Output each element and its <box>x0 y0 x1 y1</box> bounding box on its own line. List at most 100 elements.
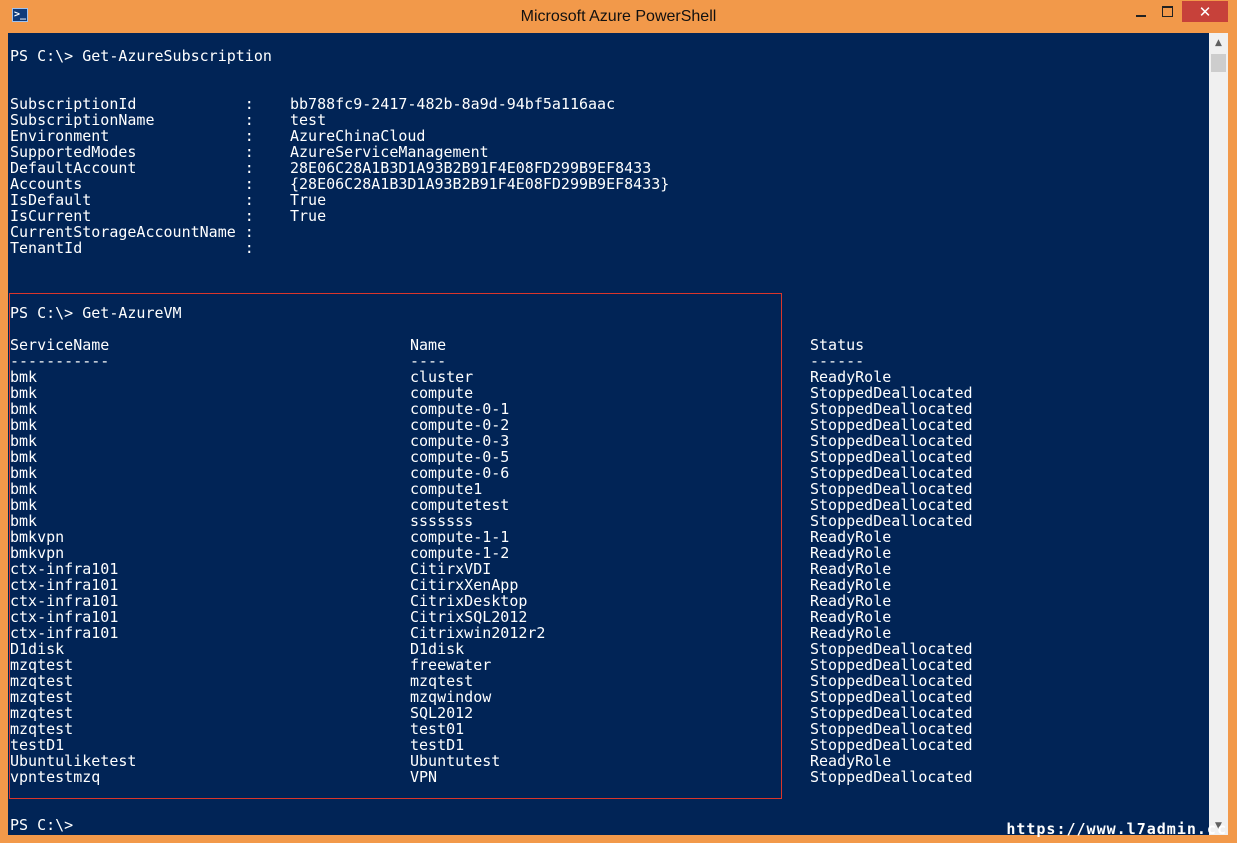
table-row: bmk computetest StoppedDeallocated <box>10 497 1010 513</box>
close-button[interactable]: ✕ <box>1182 1 1228 22</box>
vm-status: StoppedDeallocated <box>810 768 973 786</box>
powershell-window: >_ Microsoft Azure PowerShell ✕ PS C:\> … <box>0 0 1237 843</box>
subscription-line: SupportedModes : AzureServiceManagement <box>10 144 1010 160</box>
table-row: ctx-infra101 Citrixwin2012r2 ReadyRole <box>10 625 1010 641</box>
subscription-key: Environment : <box>10 127 254 145</box>
vm-name: VPN <box>410 768 438 786</box>
prompt-line: PS C:\> <box>10 816 74 834</box>
vm-name: Ubuntutest <box>410 752 501 770</box>
vm-status: ReadyRole <box>810 592 892 610</box>
table-row: mzqtest SQL2012 StoppedDeallocated <box>10 705 1010 721</box>
vm-service: Ubuntuliketest <box>10 752 137 770</box>
prompt-line: PS C:\> Get-AzureSubscription <box>10 47 272 65</box>
vm-name: CitirxXenApp <box>410 576 519 594</box>
vm-status: StoppedDeallocated <box>810 704 973 722</box>
subscription-line: IsDefault : True <box>10 192 1010 208</box>
vm-name: compute-0-6 <box>410 464 510 482</box>
vm-service: ctx-infra101 <box>10 608 119 626</box>
console-area[interactable]: PS C:\> Get-AzureSubscription Subscripti… <box>8 33 1209 835</box>
table-row: bmkvpn compute-1-2 ReadyRole <box>10 545 1010 561</box>
subscription-value: 28E06C28A1B3D1A93B2B91F4E08FD299B9EF8433 <box>290 159 652 177</box>
table-row: Ubuntuliketest Ubuntutest ReadyRole <box>10 753 1010 769</box>
vm-status: ReadyRole <box>810 752 892 770</box>
subscription-value: test <box>290 111 327 129</box>
subscription-key: IsCurrent : <box>10 207 254 225</box>
table-row: mzqtest mzqtest StoppedDeallocated <box>10 673 1010 689</box>
subscription-line: IsCurrent : True <box>10 208 1010 224</box>
vm-service: mzqtest <box>10 688 74 706</box>
watermark: https://www.l7admin.cc <box>1006 820 1227 838</box>
header-name: Name <box>410 336 447 354</box>
table-row: bmk compute-0-2 StoppedDeallocated <box>10 417 1010 433</box>
subscription-key: CurrentStorageAccountName : <box>10 223 254 241</box>
table-row: bmk compute StoppedDeallocated <box>10 385 1010 401</box>
vm-name: Citrixwin2012r2 <box>410 624 546 642</box>
maximize-button[interactable] <box>1154 1 1181 22</box>
vm-status: StoppedDeallocated <box>810 688 973 706</box>
vm-status: ReadyRole <box>810 528 892 546</box>
prompt-line: PS C:\> Get-AzureVM <box>10 304 182 322</box>
vm-name: compute1 <box>410 480 483 498</box>
subscription-line: CurrentStorageAccountName : <box>10 224 1010 240</box>
subscription-line: DefaultAccount : 28E06C28A1B3D1A93B2B91F4… <box>10 160 1010 176</box>
table-row: ctx-infra101 CitirxXenApp ReadyRole <box>10 577 1010 593</box>
vm-service: ctx-infra101 <box>10 592 119 610</box>
vm-status: StoppedDeallocated <box>810 480 973 498</box>
subscription-key: IsDefault : <box>10 191 254 209</box>
table-row: ctx-infra101 CitrixDesktop ReadyRole <box>10 593 1010 609</box>
vm-service: bmk <box>10 496 38 514</box>
vm-service: testD1 <box>10 736 65 754</box>
subscription-line: Environment : AzureChinaCloud <box>10 128 1010 144</box>
vm-service: ctx-infra101 <box>10 624 119 642</box>
underline-servicename: ----------- <box>10 352 110 370</box>
subscription-line: SubscriptionId : bb788fc9-2417-482b-8a9d-… <box>10 96 1010 112</box>
vm-name: mzqwindow <box>410 688 492 706</box>
scroll-thumb[interactable] <box>1211 54 1226 72</box>
vm-name: compute-0-3 <box>410 432 510 450</box>
vm-name: compute-0-2 <box>410 416 510 434</box>
vm-status: StoppedDeallocated <box>810 496 973 514</box>
subscription-line: Accounts : {28E06C28A1B3D1A93B2B91F4E08FD… <box>10 176 1010 192</box>
vm-status: StoppedDeallocated <box>810 384 973 402</box>
vm-name: computetest <box>410 496 510 514</box>
subscription-value: AzureServiceManagement <box>290 143 489 161</box>
table-row: vpntestmzq VPN StoppedDeallocated <box>10 769 1010 785</box>
subscription-key: SupportedModes : <box>10 143 254 161</box>
vm-service: bmk <box>10 416 38 434</box>
table-row: bmk cluster ReadyRole <box>10 369 1010 385</box>
vm-status: StoppedDeallocated <box>810 432 973 450</box>
scroll-up-icon[interactable]: ▲ <box>1209 33 1228 52</box>
vm-name: CitrixDesktop <box>410 592 528 610</box>
vm-service: mzqtest <box>10 672 74 690</box>
vm-name: compute-0-1 <box>410 400 510 418</box>
vm-status: StoppedDeallocated <box>810 672 973 690</box>
vm-status: StoppedDeallocated <box>810 640 973 658</box>
vm-name: compute <box>410 384 474 402</box>
vm-service: ctx-infra101 <box>10 576 119 594</box>
vm-name: compute-1-2 <box>410 544 510 562</box>
vm-status: StoppedDeallocated <box>810 448 973 466</box>
vm-service: mzqtest <box>10 656 74 674</box>
vm-service: bmkvpn <box>10 528 65 546</box>
vm-table-underline: ----------- ---- ------ <box>10 353 1010 369</box>
vm-table-header: ServiceName Name Status <box>10 337 1010 353</box>
vm-service: bmk <box>10 480 38 498</box>
table-row: D1disk D1disk StoppedDeallocated <box>10 641 1010 657</box>
table-row: bmkvpn compute-1-1 ReadyRole <box>10 529 1010 545</box>
header-status: Status <box>810 336 865 354</box>
vm-service: bmkvpn <box>10 544 65 562</box>
vm-name: SQL2012 <box>410 704 474 722</box>
table-row: testD1 testD1 StoppedDeallocated <box>10 737 1010 753</box>
vertical-scrollbar[interactable]: ▲ ▼ <box>1209 33 1228 835</box>
vm-service: bmk <box>10 448 38 466</box>
vm-status: StoppedDeallocated <box>810 416 973 434</box>
subscription-line: SubscriptionName : test <box>10 112 1010 128</box>
vm-name: sssssss <box>410 512 474 530</box>
vm-status: StoppedDeallocated <box>810 656 973 674</box>
vm-name: D1disk <box>410 640 465 658</box>
subscription-key: Accounts : <box>10 175 254 193</box>
vm-status: StoppedDeallocated <box>810 464 973 482</box>
title-bar[interactable]: >_ Microsoft Azure PowerShell ✕ <box>0 0 1237 33</box>
subscription-key: SubscriptionName : <box>10 111 254 129</box>
minimize-button[interactable] <box>1127 1 1154 22</box>
